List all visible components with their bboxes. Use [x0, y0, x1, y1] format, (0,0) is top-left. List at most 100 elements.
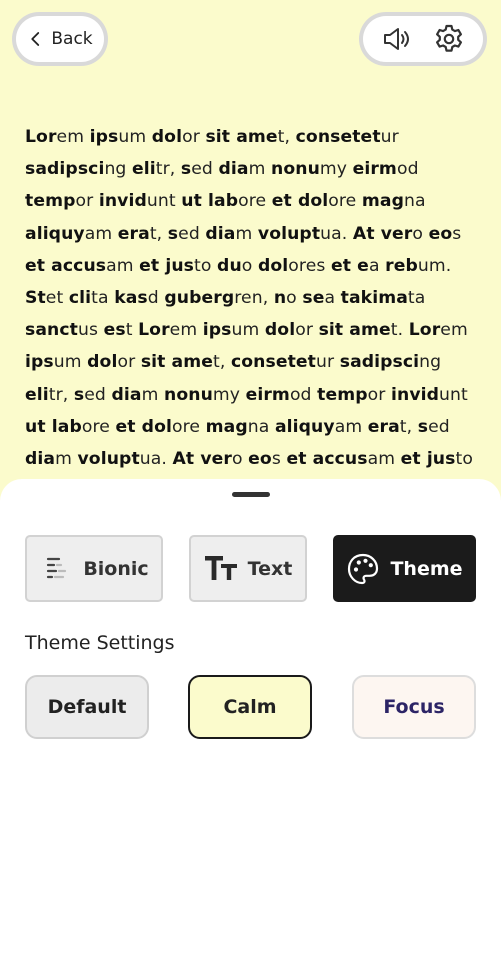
reading-word: sea	[302, 288, 340, 308]
reading-word-rest: ed	[191, 159, 219, 180]
back-label: Back	[51, 29, 93, 49]
reading-word-bold: eirm	[352, 159, 397, 180]
reading-word: aliquyam	[275, 417, 368, 437]
reading-word: aliquyam	[25, 224, 118, 244]
reading-word-rest: or	[182, 127, 206, 147]
reading-word: et	[286, 449, 312, 469]
reading-word-bold: n	[273, 288, 287, 309]
reading-word-bold: lab	[51, 416, 82, 437]
reading-word: et	[331, 256, 357, 276]
back-button[interactable]: Back	[12, 12, 108, 66]
reading-word-rest: um	[118, 127, 152, 147]
reading-word-bold: volupt	[77, 449, 140, 470]
reading-word-rest: t.	[390, 320, 409, 341]
tab-bionic[interactable]: Bionic	[25, 535, 163, 602]
reading-word: dolor	[87, 352, 141, 372]
reading-word-rest: ore	[81, 416, 116, 437]
reading-word-bold: accus	[312, 449, 368, 470]
reading-word-bold: dol	[257, 255, 289, 276]
reading-word-rest: m	[248, 159, 271, 180]
theme-focus-button[interactable]: Focus	[352, 675, 476, 739]
reading-word: diam	[111, 385, 164, 405]
reading-word-rest: m	[141, 384, 164, 405]
reading-word-bold: et	[400, 449, 427, 470]
reading-word: clita	[69, 288, 114, 308]
palette-icon	[348, 553, 379, 584]
reading-word-bold: ver	[380, 223, 413, 244]
reading-word: ipsum	[90, 127, 152, 147]
reading-word: ut	[181, 191, 208, 211]
reading-word: diam	[219, 159, 272, 179]
tab-text[interactable]: Text	[189, 535, 307, 602]
reading-word-bold: ame	[171, 352, 214, 373]
theme-options: Default Calm Focus	[25, 675, 476, 739]
reading-word-bold: ips	[202, 320, 232, 341]
reading-word-bold: kas	[114, 288, 148, 309]
reading-word-rest: ta	[407, 288, 426, 309]
reading-word-rest: ore	[328, 191, 362, 212]
speaker-icon[interactable]	[381, 23, 413, 55]
gear-icon[interactable]	[433, 23, 465, 55]
reading-word-rest: d	[147, 288, 165, 309]
bottom-sheet: Bionic Text Theme Theme Settings Default…	[0, 479, 501, 956]
reading-word-bold: aliquy	[25, 223, 85, 244]
reading-word-rest: t,	[149, 223, 168, 244]
reading-word-bold: s	[167, 223, 179, 244]
reading-word: Lorem	[25, 127, 90, 147]
reading-word-rest: ed	[84, 384, 112, 405]
reading-word: Lorem	[138, 320, 203, 340]
reading-word: ipsum	[203, 320, 265, 340]
reading-word-rest: am	[367, 449, 401, 470]
reading-word-rest: t,	[399, 416, 418, 437]
reading-word-rest: ur	[380, 127, 399, 147]
reading-word-bold: volupt	[257, 223, 321, 244]
reading-word: sadipscing	[25, 159, 132, 179]
reading-word-bold: eli	[25, 384, 49, 405]
reading-word-bold: At	[352, 223, 381, 244]
reading-word-bold: et	[139, 255, 166, 276]
reading-word: labore	[208, 191, 272, 211]
reading-word: voluptua.	[258, 224, 353, 244]
reading-word-rest: to	[194, 255, 218, 276]
reading-word-bold: dia	[111, 384, 142, 405]
reading-word-bold: mag	[205, 416, 248, 437]
reading-word: erat,	[118, 224, 168, 244]
reading-word: no	[274, 288, 303, 308]
reading-word: diam	[25, 449, 78, 469]
reading-word-rest: um.	[417, 255, 452, 276]
reading-word-rest: ta	[91, 288, 115, 309]
reading-word-bold: sanct	[25, 320, 78, 341]
reading-word-rest: or	[295, 320, 319, 341]
reading-word: sit	[205, 127, 236, 147]
reading-word-bold: ame	[349, 320, 391, 341]
reading-word: elitr,	[25, 385, 74, 405]
reading-word-bold: dol	[87, 352, 118, 373]
reading-word-bold: sadipsci	[25, 159, 105, 180]
tab-theme[interactable]: Theme	[333, 535, 476, 602]
reading-word: At	[353, 224, 381, 244]
reading-word-rest: ores	[288, 255, 331, 276]
reading-word-bold: dol	[151, 127, 183, 147]
reading-word: dolore	[142, 417, 206, 437]
theme-calm-button[interactable]: Calm	[188, 675, 312, 739]
reading-word: tempor	[25, 191, 99, 211]
top-bar: Back	[12, 12, 487, 66]
sheet-handle[interactable]	[231, 492, 270, 497]
reading-word-rest: my	[212, 384, 246, 405]
reading-word: est	[104, 320, 139, 340]
reading-word: elitr,	[132, 159, 181, 179]
reading-word-bold: At	[172, 449, 201, 470]
reading-word-bold: sadipsci	[339, 352, 420, 373]
theme-settings-title: Theme Settings	[25, 632, 175, 654]
reading-word: sit	[319, 320, 350, 340]
theme-default-button[interactable]: Default	[25, 675, 149, 739]
reading-word-bold: ut	[181, 191, 209, 212]
reading-word-bold: eli	[132, 159, 156, 180]
reading-word-bold: eirm	[245, 384, 290, 405]
reading-word-rest: a	[368, 255, 386, 276]
reading-word-rest: to	[455, 449, 473, 470]
reading-word: amet.	[349, 320, 408, 340]
reading-word-bold: s	[180, 159, 192, 180]
reading-word: kasd	[114, 288, 164, 308]
reading-word-bold: era	[117, 223, 150, 244]
